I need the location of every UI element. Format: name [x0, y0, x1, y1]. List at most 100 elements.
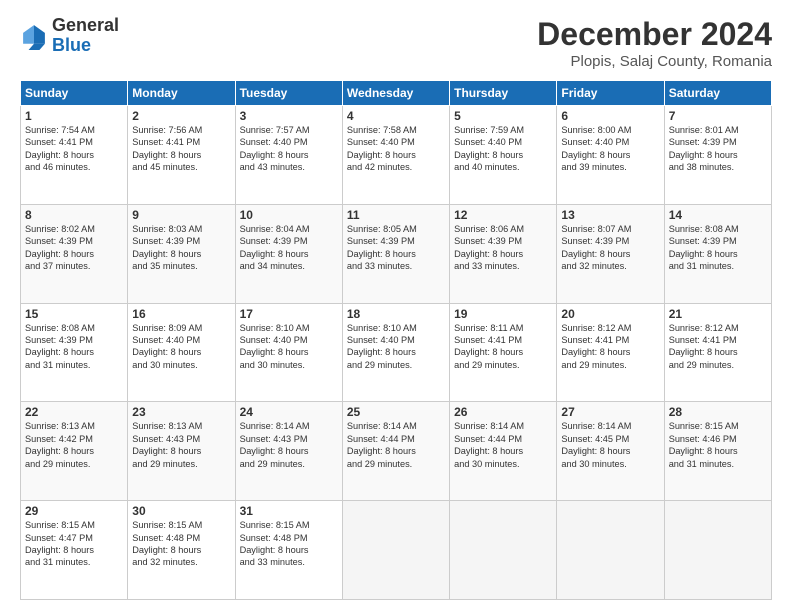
- day-info: Sunrise: 8:11 AM Sunset: 4:41 PM Dayligh…: [454, 322, 552, 372]
- day-cell: 11Sunrise: 8:05 AM Sunset: 4:39 PM Dayli…: [342, 204, 449, 303]
- calendar-header-row: Sunday Monday Tuesday Wednesday Thursday…: [21, 81, 772, 106]
- day-number: 2: [132, 109, 230, 123]
- day-number: 14: [669, 208, 767, 222]
- day-cell: 8Sunrise: 8:02 AM Sunset: 4:39 PM Daylig…: [21, 204, 128, 303]
- day-number: 26: [454, 405, 552, 419]
- day-cell: 3Sunrise: 7:57 AM Sunset: 4:40 PM Daylig…: [235, 106, 342, 205]
- day-number: 18: [347, 307, 445, 321]
- day-info: Sunrise: 7:58 AM Sunset: 4:40 PM Dayligh…: [347, 124, 445, 174]
- day-info: Sunrise: 8:14 AM Sunset: 4:44 PM Dayligh…: [454, 420, 552, 470]
- location-title: Plopis, Salaj County, Romania: [537, 53, 772, 70]
- day-cell: 1Sunrise: 7:54 AM Sunset: 4:41 PM Daylig…: [21, 106, 128, 205]
- calendar-week-row: 8Sunrise: 8:02 AM Sunset: 4:39 PM Daylig…: [21, 204, 772, 303]
- day-cell: 10Sunrise: 8:04 AM Sunset: 4:39 PM Dayli…: [235, 204, 342, 303]
- day-cell: 12Sunrise: 8:06 AM Sunset: 4:39 PM Dayli…: [450, 204, 557, 303]
- empty-cell: [664, 501, 771, 600]
- day-cell: 13Sunrise: 8:07 AM Sunset: 4:39 PM Dayli…: [557, 204, 664, 303]
- day-info: Sunrise: 8:08 AM Sunset: 4:39 PM Dayligh…: [25, 322, 123, 372]
- day-number: 23: [132, 405, 230, 419]
- day-number: 30: [132, 504, 230, 518]
- day-cell: 25Sunrise: 8:14 AM Sunset: 4:44 PM Dayli…: [342, 402, 449, 501]
- month-title: December 2024: [537, 16, 772, 53]
- day-number: 22: [25, 405, 123, 419]
- day-cell: 15Sunrise: 8:08 AM Sunset: 4:39 PM Dayli…: [21, 303, 128, 402]
- col-thursday: Thursday: [450, 81, 557, 106]
- empty-cell: [557, 501, 664, 600]
- empty-cell: [450, 501, 557, 600]
- day-info: Sunrise: 8:13 AM Sunset: 4:43 PM Dayligh…: [132, 420, 230, 470]
- day-number: 12: [454, 208, 552, 222]
- day-info: Sunrise: 8:15 AM Sunset: 4:48 PM Dayligh…: [240, 519, 338, 569]
- day-cell: 26Sunrise: 8:14 AM Sunset: 4:44 PM Dayli…: [450, 402, 557, 501]
- day-info: Sunrise: 8:07 AM Sunset: 4:39 PM Dayligh…: [561, 223, 659, 273]
- day-number: 17: [240, 307, 338, 321]
- day-info: Sunrise: 8:05 AM Sunset: 4:39 PM Dayligh…: [347, 223, 445, 273]
- calendar-week-row: 15Sunrise: 8:08 AM Sunset: 4:39 PM Dayli…: [21, 303, 772, 402]
- day-number: 25: [347, 405, 445, 419]
- day-info: Sunrise: 8:00 AM Sunset: 4:40 PM Dayligh…: [561, 124, 659, 174]
- day-number: 28: [669, 405, 767, 419]
- header: General Blue December 2024 Plopis, Salaj…: [20, 16, 772, 70]
- day-number: 31: [240, 504, 338, 518]
- day-cell: 7Sunrise: 8:01 AM Sunset: 4:39 PM Daylig…: [664, 106, 771, 205]
- day-cell: 24Sunrise: 8:14 AM Sunset: 4:43 PM Dayli…: [235, 402, 342, 501]
- empty-cell: [342, 501, 449, 600]
- day-number: 19: [454, 307, 552, 321]
- day-number: 1: [25, 109, 123, 123]
- day-number: 21: [669, 307, 767, 321]
- col-saturday: Saturday: [664, 81, 771, 106]
- day-number: 6: [561, 109, 659, 123]
- calendar-week-row: 22Sunrise: 8:13 AM Sunset: 4:42 PM Dayli…: [21, 402, 772, 501]
- logo-icon: [20, 22, 48, 50]
- day-cell: 16Sunrise: 8:09 AM Sunset: 4:40 PM Dayli…: [128, 303, 235, 402]
- day-number: 13: [561, 208, 659, 222]
- logo-blue-text: Blue: [52, 35, 91, 55]
- day-cell: 4Sunrise: 7:58 AM Sunset: 4:40 PM Daylig…: [342, 106, 449, 205]
- day-info: Sunrise: 8:12 AM Sunset: 4:41 PM Dayligh…: [669, 322, 767, 372]
- day-info: Sunrise: 8:12 AM Sunset: 4:41 PM Dayligh…: [561, 322, 659, 372]
- day-info: Sunrise: 7:56 AM Sunset: 4:41 PM Dayligh…: [132, 124, 230, 174]
- title-block: December 2024 Plopis, Salaj County, Roma…: [537, 16, 772, 70]
- day-number: 8: [25, 208, 123, 222]
- page: General Blue December 2024 Plopis, Salaj…: [0, 0, 792, 612]
- day-cell: 21Sunrise: 8:12 AM Sunset: 4:41 PM Dayli…: [664, 303, 771, 402]
- day-cell: 31Sunrise: 8:15 AM Sunset: 4:48 PM Dayli…: [235, 501, 342, 600]
- day-cell: 2Sunrise: 7:56 AM Sunset: 4:41 PM Daylig…: [128, 106, 235, 205]
- day-number: 11: [347, 208, 445, 222]
- logo-text: General Blue: [52, 16, 119, 56]
- day-cell: 14Sunrise: 8:08 AM Sunset: 4:39 PM Dayli…: [664, 204, 771, 303]
- col-friday: Friday: [557, 81, 664, 106]
- day-info: Sunrise: 8:02 AM Sunset: 4:39 PM Dayligh…: [25, 223, 123, 273]
- day-info: Sunrise: 7:57 AM Sunset: 4:40 PM Dayligh…: [240, 124, 338, 174]
- day-cell: 18Sunrise: 8:10 AM Sunset: 4:40 PM Dayli…: [342, 303, 449, 402]
- logo: General Blue: [20, 16, 119, 56]
- calendar: Sunday Monday Tuesday Wednesday Thursday…: [20, 80, 772, 600]
- day-number: 29: [25, 504, 123, 518]
- day-cell: 27Sunrise: 8:14 AM Sunset: 4:45 PM Dayli…: [557, 402, 664, 501]
- day-info: Sunrise: 8:08 AM Sunset: 4:39 PM Dayligh…: [669, 223, 767, 273]
- day-info: Sunrise: 8:15 AM Sunset: 4:48 PM Dayligh…: [132, 519, 230, 569]
- day-info: Sunrise: 8:04 AM Sunset: 4:39 PM Dayligh…: [240, 223, 338, 273]
- day-number: 27: [561, 405, 659, 419]
- day-number: 9: [132, 208, 230, 222]
- day-cell: 30Sunrise: 8:15 AM Sunset: 4:48 PM Dayli…: [128, 501, 235, 600]
- day-number: 3: [240, 109, 338, 123]
- day-info: Sunrise: 8:06 AM Sunset: 4:39 PM Dayligh…: [454, 223, 552, 273]
- col-tuesday: Tuesday: [235, 81, 342, 106]
- day-number: 7: [669, 109, 767, 123]
- day-number: 20: [561, 307, 659, 321]
- day-number: 10: [240, 208, 338, 222]
- col-monday: Monday: [128, 81, 235, 106]
- day-info: Sunrise: 8:14 AM Sunset: 4:45 PM Dayligh…: [561, 420, 659, 470]
- day-info: Sunrise: 7:59 AM Sunset: 4:40 PM Dayligh…: [454, 124, 552, 174]
- day-info: Sunrise: 8:10 AM Sunset: 4:40 PM Dayligh…: [347, 322, 445, 372]
- day-cell: 29Sunrise: 8:15 AM Sunset: 4:47 PM Dayli…: [21, 501, 128, 600]
- day-info: Sunrise: 8:14 AM Sunset: 4:44 PM Dayligh…: [347, 420, 445, 470]
- col-wednesday: Wednesday: [342, 81, 449, 106]
- day-cell: 28Sunrise: 8:15 AM Sunset: 4:46 PM Dayli…: [664, 402, 771, 501]
- day-number: 16: [132, 307, 230, 321]
- day-number: 5: [454, 109, 552, 123]
- day-number: 15: [25, 307, 123, 321]
- day-info: Sunrise: 8:15 AM Sunset: 4:46 PM Dayligh…: [669, 420, 767, 470]
- day-info: Sunrise: 8:03 AM Sunset: 4:39 PM Dayligh…: [132, 223, 230, 273]
